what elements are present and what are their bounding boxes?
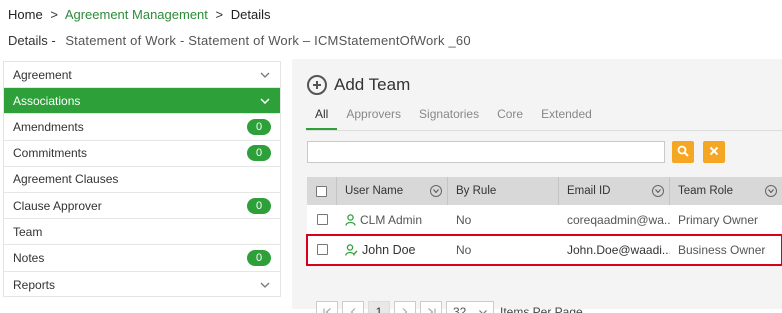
search-icon [677, 145, 689, 160]
tab-extended[interactable]: Extended [532, 107, 601, 130]
sidebar-item-label: Team [13, 224, 43, 239]
last-page-icon [427, 308, 436, 313]
table-row[interactable]: CLM Admin No coreqaadmin@wa... Primary O… [307, 205, 782, 235]
add-team-label: Add Team [334, 75, 411, 94]
sidebar-item-reports[interactable]: Reports [4, 272, 280, 298]
sidebar-item-label: Agreement Clauses [13, 172, 119, 187]
select-all-cell [307, 177, 337, 205]
chevron-down-icon [259, 69, 271, 81]
sidebar-item-amendments[interactable]: Amendments 0 [4, 114, 280, 141]
column-label: Email ID [567, 185, 611, 197]
page-title: Details - Statement of Work - Statement … [8, 33, 471, 48]
close-icon [709, 145, 719, 159]
by-rule-cell: No [456, 212, 472, 227]
sidebar-item-agreement-clauses[interactable]: Agreement Clauses [4, 167, 280, 193]
count-badge: 0 [247, 145, 271, 162]
sidebar-item-agreement[interactable]: Agreement [4, 62, 280, 89]
search-button[interactable] [672, 141, 694, 163]
search-input[interactable] [307, 141, 665, 163]
breadcrumb-separator: > [215, 7, 224, 22]
user-name[interactable]: John Doe [362, 243, 416, 257]
column-header-email-id[interactable]: Email ID [559, 177, 670, 205]
count-badge: 0 [247, 118, 271, 135]
column-label: Team Role [678, 185, 733, 197]
team-role-cell: Primary Owner [678, 212, 759, 227]
sidebar-item-label: Agreement [13, 67, 72, 82]
page-title-prefix: Details - [8, 33, 56, 48]
team-role-cell: Business Owner [678, 242, 766, 257]
email-cell: coreqaadmin@wa... [567, 212, 670, 227]
first-page-button[interactable] [316, 301, 338, 313]
sidebar-item-label: Amendments [13, 119, 84, 134]
chevron-down-icon [259, 95, 271, 107]
page-title-document: Statement of Work - Statement of Work – … [65, 33, 471, 48]
items-per-page-select[interactable]: 32 [446, 301, 494, 313]
email-cell: John.Doe@waadi... [567, 242, 670, 257]
user-name-cell: CLM Admin [337, 205, 448, 234]
chevron-down-icon [259, 279, 271, 291]
chevron-down-icon[interactable] [430, 185, 442, 197]
tab-core[interactable]: Core [488, 107, 532, 130]
breadcrumb-home[interactable]: Home [8, 7, 43, 22]
pagination: 1 32 Items Per Page [316, 301, 583, 313]
next-page-button[interactable] [394, 301, 416, 313]
user-icon [345, 213, 356, 226]
breadcrumb: Home > Agreement Management > Details [8, 7, 271, 22]
chevron-down-icon [479, 309, 487, 313]
column-header-team-role[interactable]: Team Role [670, 177, 782, 205]
first-page-icon [322, 308, 331, 313]
prev-page-button[interactable] [342, 301, 364, 313]
column-header-by-rule[interactable]: By Rule [448, 177, 559, 205]
team-tabs: All Approvers Signatories Core Extended [306, 107, 782, 131]
user-name[interactable]: CLM Admin [360, 213, 422, 227]
select-all-checkbox[interactable] [316, 185, 327, 197]
sidebar-item-associations[interactable]: Associations [4, 88, 280, 115]
tab-approvers[interactable]: Approvers [337, 107, 410, 130]
breadcrumb-details: Details [230, 7, 271, 22]
tab-signatories[interactable]: Signatories [410, 107, 488, 130]
page-number-button[interactable]: 1 [368, 301, 390, 313]
chevron-down-icon[interactable] [765, 185, 777, 197]
breadcrumb-separator: > [50, 7, 58, 22]
user-edit-icon [345, 243, 358, 256]
items-per-page-value: 32 [453, 305, 467, 313]
count-badge: 0 [247, 249, 271, 266]
chevron-down-icon[interactable] [652, 185, 664, 197]
add-team-button[interactable]: Add Team [307, 75, 410, 95]
sidebar-item-label: Reports [13, 277, 56, 292]
column-label: By Rule [456, 185, 497, 197]
column-label: User Name [345, 185, 404, 197]
row-checkbox[interactable] [316, 214, 328, 225]
sidebar-item-commitments[interactable]: Commitments 0 [4, 141, 280, 167]
count-badge: 0 [247, 197, 271, 214]
clear-button[interactable] [703, 141, 725, 163]
row-select-cell [307, 235, 337, 264]
team-grid: User Name By Rule Email ID Team Role CLM… [306, 177, 782, 266]
chevron-left-icon [350, 308, 356, 313]
team-panel: Add Team All Approvers Signatories Core … [292, 59, 782, 313]
breadcrumb-agreement-management[interactable]: Agreement Management [65, 7, 208, 22]
table-row[interactable]: John Doe No John.Doe@waadi... Business O… [306, 234, 782, 266]
sidebar-item-team[interactable]: Team [4, 219, 280, 246]
by-rule-cell: No [456, 242, 472, 257]
sidebar-item-notes[interactable]: Notes 0 [4, 245, 280, 272]
sidebar-item-label: Clause Approver [13, 198, 102, 213]
tab-all[interactable]: All [306, 107, 338, 130]
sidebar-item-label: Associations [13, 93, 81, 108]
sidebar: Agreement Associations Amendments 0 Comm… [3, 61, 281, 297]
column-header-user-name[interactable]: User Name [337, 177, 448, 205]
plus-circle-icon [307, 75, 327, 95]
items-per-page-label: Items Per Page [500, 305, 583, 313]
last-page-button[interactable] [420, 301, 442, 313]
row-select-cell [307, 205, 337, 234]
sidebar-item-label: Commitments [13, 146, 88, 161]
sidebar-item-clause-approver[interactable]: Clause Approver 0 [4, 193, 280, 220]
user-name-cell: John Doe [337, 235, 448, 264]
sidebar-item-label: Notes [13, 250, 45, 265]
row-checkbox[interactable] [316, 244, 328, 255]
grid-header: User Name By Rule Email ID Team Role [307, 177, 782, 205]
chevron-right-icon [402, 308, 408, 313]
